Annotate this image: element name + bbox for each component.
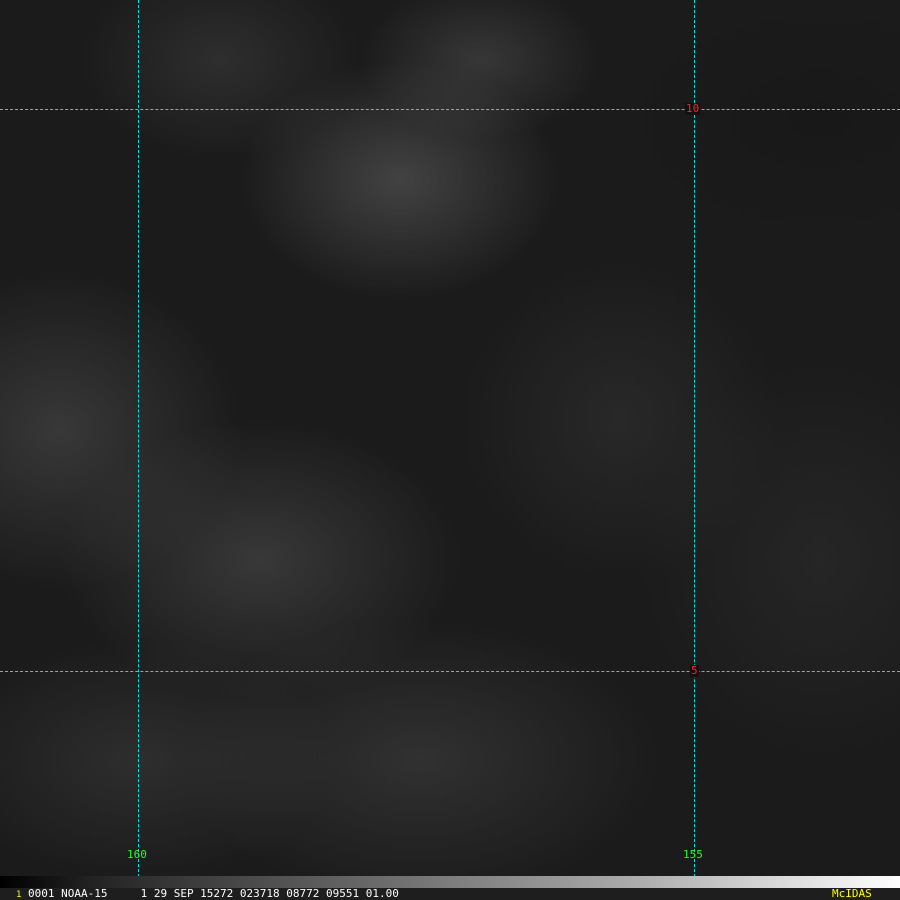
image-metadata: 0001 NOAA-15 1 29 SEP 15272 023718 08772… [28, 887, 399, 900]
frame-number: 1 [16, 890, 22, 900]
latitude-label: 5 [690, 664, 699, 677]
longitude-label: 155 [683, 848, 703, 861]
satellite-image-view: 10 5 160 155 1 0001 NOAA-15 1 29 SEP 152… [0, 0, 900, 900]
longitude-line-155 [694, 0, 695, 882]
latitude-line-5 [0, 671, 900, 672]
longitude-line-160 [138, 0, 139, 882]
longitude-label: 160 [127, 848, 147, 861]
cloud-imagery [0, 0, 900, 876]
info-bar: 1 0001 NOAA-15 1 29 SEP 15272 023718 087… [0, 888, 900, 900]
latitude-line-10 [0, 109, 900, 110]
mcidas-label: McIDAS [832, 887, 872, 900]
latitude-label: 10 [685, 102, 701, 115]
